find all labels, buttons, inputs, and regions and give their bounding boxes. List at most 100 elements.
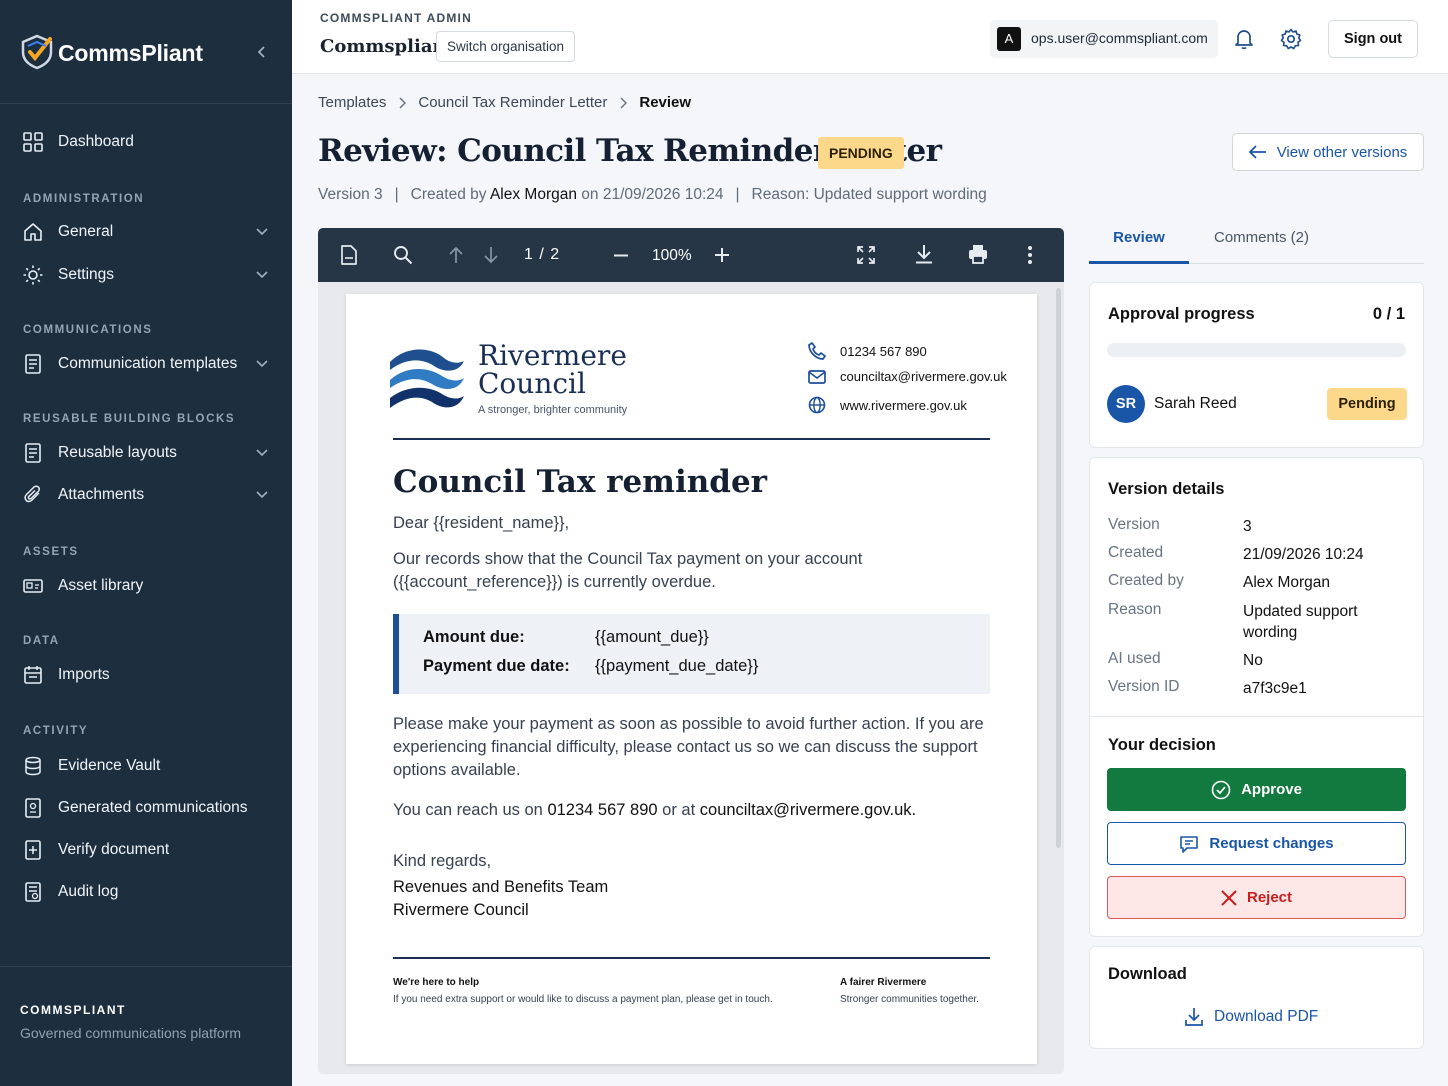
sidebar-item-label: Dashboard (58, 133, 134, 150)
generated-document-icon (23, 798, 43, 818)
sidebar-item-label: Settings (58, 266, 115, 283)
next-page-icon[interactable] (483, 245, 499, 265)
letter-footer-left: We're here to help If you need extra sup… (393, 974, 773, 1008)
page-indicator[interactable]: 1 / 2 (524, 246, 560, 264)
tab-review[interactable]: Review (1089, 218, 1189, 264)
sidebar-item-communication-templates[interactable]: Communication templates (0, 344, 292, 384)
detail-value: 21/09/2026 10:24 (1243, 546, 1364, 563)
approve-button[interactable]: Approve (1107, 768, 1406, 811)
due-date-value: {{payment_due_date}} (595, 657, 759, 675)
section-administration: ADMINISTRATION (23, 193, 145, 205)
switch-organisation-button[interactable]: Switch organisation (436, 31, 576, 62)
sidebar-item-label: Reusable layouts (58, 444, 177, 461)
sidebar-item-generated-communications[interactable]: Generated communications (0, 788, 292, 828)
status-badge: PENDING (818, 137, 904, 169)
chevron-down-icon (255, 447, 269, 459)
audit-log-icon (23, 882, 43, 902)
sidebar-item-attachments[interactable]: Attachments (0, 475, 292, 515)
arrow-left-icon (1248, 145, 1267, 159)
collapse-sidebar-icon[interactable] (255, 44, 269, 60)
sidebar-item-verify-document[interactable]: Verify document (0, 830, 292, 870)
review-tabs: Review Comments (2) (1089, 218, 1424, 264)
phone-icon (808, 342, 830, 360)
footer-subtitle: Governed communications platform (20, 1025, 241, 1041)
sidebar-item-label: Verify document (58, 841, 170, 858)
sidebar-item-label: Audit log (58, 883, 119, 900)
user-chip[interactable]: A ops.user@commspliant.com (990, 20, 1218, 58)
sidebar-item-evidence-vault[interactable]: Evidence Vault (0, 746, 292, 786)
signoff-line-2: Revenues and Benefits Team (393, 878, 609, 896)
paragraph-3-mid: or at (662, 801, 696, 819)
sidebar-item-asset-library[interactable]: Asset library (0, 566, 292, 606)
gear-icon[interactable] (1280, 28, 1302, 50)
breadcrumb-templates[interactable]: Templates (318, 94, 386, 111)
version-meta: Version 3 | Created by Alex Morgan on 21/0… (318, 186, 987, 203)
paragraph-1-line-1: Our records show that the Council Tax pa… (393, 550, 863, 568)
more-options-icon[interactable] (1028, 245, 1032, 265)
footer-right-title: A fairer Rivermere (840, 977, 927, 988)
header-divider (393, 438, 990, 440)
breadcrumb-template-name[interactable]: Council Tax Reminder Letter (418, 94, 607, 111)
detail-value: 3 (1243, 518, 1252, 535)
previous-page-icon[interactable] (448, 245, 464, 265)
council-name-line-2: Council (478, 367, 586, 400)
detail-key: Created by (1108, 572, 1184, 589)
search-icon[interactable] (393, 245, 413, 265)
sidebar-item-settings[interactable]: Settings (0, 255, 292, 295)
detail-key: AI used (1108, 650, 1161, 667)
sidebar-item-imports[interactable]: Imports (0, 655, 292, 695)
detail-value: Alex Morgan (1243, 574, 1331, 591)
document-outline-icon[interactable] (340, 245, 358, 265)
sidebar-item-label: Imports (58, 666, 110, 683)
tab-comments[interactable]: Comments (2) (1199, 218, 1324, 264)
reject-label: Reject (1246, 889, 1293, 906)
page-total: 2 (550, 246, 561, 263)
section-activity: ACTIVITY (23, 725, 89, 737)
section-reusable-building-blocks: REUSABLE BUILDING BLOCKS (23, 413, 236, 425)
home-icon (23, 222, 43, 242)
download-pdf-label: Download PDF (1214, 1008, 1319, 1025)
sidebar-footer: COMMSPLIANT Governed communications plat… (0, 966, 292, 1086)
chevron-right-icon (398, 96, 407, 109)
verify-document-icon (23, 840, 43, 860)
topbar: COMMSPLIANT ADMIN Commspliant Switch org… (292, 0, 1448, 74)
database-icon (23, 756, 43, 776)
download-pdf-link[interactable]: Download PDF (1184, 1007, 1318, 1027)
print-icon[interactable] (968, 244, 988, 264)
reject-button[interactable]: Reject (1107, 876, 1406, 919)
brand-logo-icon (20, 34, 54, 70)
contact-email-text: counciltax@rivermere.gov.uk (840, 369, 1007, 384)
notifications-bell-icon[interactable] (1234, 28, 1254, 50)
paragraph-3-phone: 01234 567 890 (547, 801, 658, 819)
council-waves-logo (388, 344, 466, 414)
sidebar-item-dashboard[interactable]: Dashboard (0, 122, 292, 162)
meta-created-prefix: Created by (410, 186, 487, 203)
sidebar-item-audit-log[interactable]: Audit log (0, 872, 292, 912)
breadcrumb-current: Review (639, 94, 692, 111)
sidebar-item-general[interactable]: General (0, 212, 292, 252)
request-changes-button[interactable]: Request changes (1107, 822, 1406, 865)
sidebar-item-reusable-layouts[interactable]: Reusable layouts (0, 433, 292, 473)
section-communications: COMMUNICATIONS (23, 324, 153, 336)
letter-paragraph-2: Please make your payment as soon as poss… (393, 715, 984, 779)
zoom-out-icon[interactable] (613, 254, 629, 257)
download-icon[interactable] (915, 244, 933, 264)
section-data: DATA (23, 635, 60, 647)
viewer-scrollbar[interactable] (1056, 288, 1061, 848)
zoom-in-icon[interactable] (714, 247, 730, 263)
view-other-versions-button[interactable]: View other versions (1232, 133, 1424, 171)
council-tagline: A stronger, brighter community (478, 404, 628, 416)
comment-icon (1179, 834, 1199, 854)
sign-out-button[interactable]: Sign out (1328, 20, 1418, 58)
envelope-icon (808, 369, 830, 384)
footer-left-text: If you need extra support or would like … (393, 994, 773, 1005)
brand-name: CommsPliant (58, 40, 203, 66)
signoff-line-3: Rivermere Council (393, 901, 529, 919)
avatar: SR (1107, 385, 1145, 423)
meta-version: Version 3 (318, 186, 383, 203)
close-icon (1221, 889, 1237, 906)
contact-phone-text: 01234 567 890 (840, 343, 927, 359)
fullscreen-icon[interactable] (857, 246, 875, 264)
sun-settings-icon (23, 265, 43, 285)
zoom-level[interactable]: 100% (652, 247, 692, 265)
